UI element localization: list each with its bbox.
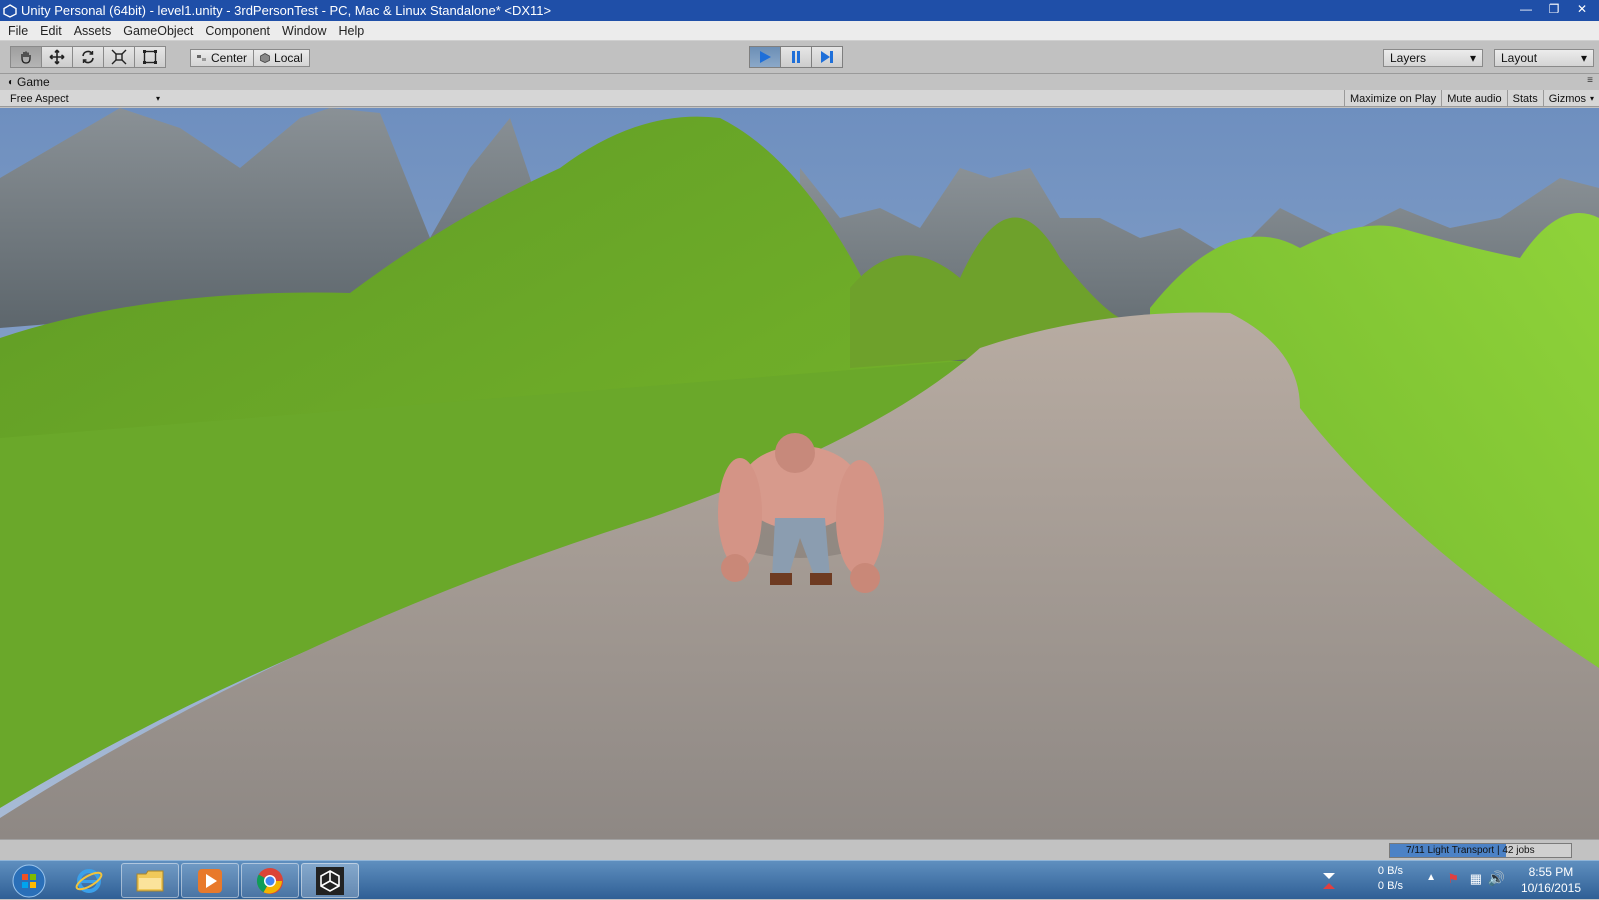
close-button[interactable]: ✕ — [1569, 0, 1595, 18]
gizmos-dropdown[interactable]: Gizmos ▾ — [1542, 90, 1599, 107]
rotate-icon — [82, 50, 94, 64]
layers-dropdown[interactable]: Layers ▾ — [1383, 49, 1483, 67]
pivot-local-button[interactable]: Local — [253, 49, 310, 67]
step-icon — [821, 51, 833, 63]
minimize-button[interactable]: — — [1513, 0, 1539, 18]
main-toolbar: Center Local Layers ▾ Layout ▾ — [0, 41, 1599, 74]
chrome-icon — [256, 867, 283, 894]
maximize-on-play-toggle[interactable]: Maximize on Play — [1343, 90, 1441, 107]
move-tool-button[interactable] — [41, 46, 73, 68]
game-tab-bar: ◐ Game ≡ — [0, 75, 1599, 90]
media-player-icon — [198, 868, 222, 893]
play-controls — [749, 46, 843, 68]
game-controller-icon: ◐ — [8, 76, 15, 88]
taskbar-unity[interactable] — [301, 863, 359, 898]
menu-window[interactable]: Window — [276, 24, 332, 38]
progress-text: 7/11 Light Transport | 42 jobs — [1406, 845, 1535, 856]
stats-toggle[interactable]: Stats — [1506, 90, 1543, 107]
pause-button[interactable] — [780, 46, 812, 68]
tab-game-label: Game — [17, 75, 50, 89]
taskbar-chrome[interactable] — [241, 863, 299, 898]
hand-icon — [21, 51, 31, 64]
play-icon — [760, 51, 771, 63]
rotate-tool-button[interactable] — [72, 46, 104, 68]
menu-gameobject[interactable]: GameObject — [117, 24, 199, 38]
windows-start-icon — [12, 864, 46, 897]
gizmos-label: Gizmos — [1548, 92, 1586, 105]
game-view-toolbar: Free Aspect ▾ Maximize on Play Mute audi… — [0, 90, 1599, 107]
layers-label: Layers — [1390, 51, 1427, 65]
transform-tools — [10, 46, 166, 68]
chevron-down-icon: ▾ — [1580, 51, 1587, 65]
move-arrows-icon — [49, 49, 65, 65]
rect-transform-icon — [143, 50, 157, 64]
menu-file[interactable]: File — [2, 24, 34, 38]
network-arrows-icon — [1323, 873, 1335, 889]
volume-icon[interactable]: 🔊 — [1488, 870, 1505, 887]
pivot-toggles: Center Local — [190, 49, 310, 67]
folder-icon — [136, 870, 164, 891]
unity-logo-icon — [316, 866, 344, 895]
lightmap-progress-bar: 7/11 Light Transport | 42 jobs — [1389, 843, 1572, 858]
network-icon[interactable]: ▦ — [1470, 871, 1482, 887]
taskbar-file-explorer[interactable] — [121, 863, 179, 898]
pivot-center-icon — [197, 55, 206, 61]
mute-audio-toggle[interactable]: Mute audio — [1441, 90, 1506, 107]
chevron-down-icon: ▾ — [1589, 94, 1594, 103]
rect-tool-button[interactable] — [134, 46, 166, 68]
pivot-center-label: Center — [211, 51, 248, 65]
hand-tool-button[interactable] — [10, 46, 42, 68]
scale-icon — [111, 49, 127, 65]
pause-icon — [792, 51, 800, 63]
status-bar: 7/11 Light Transport | 42 jobs — [0, 839, 1599, 860]
layout-dropdown[interactable]: Layout ▾ — [1494, 49, 1594, 67]
window-title: Unity Personal (64bit) - level1.unity - … — [21, 3, 552, 18]
internet-explorer-icon — [75, 868, 103, 893]
show-hidden-icons-button[interactable]: ▲ — [1426, 872, 1436, 883]
tab-menu-icon[interactable]: ≡ — [1587, 75, 1593, 86]
menu-component[interactable]: Component — [199, 24, 276, 38]
system-tray: 0 B/s 0 B/s ▲ ⚑ ▦ 🔊 8:55 PM 10/16/2015 — [1299, 861, 1599, 900]
chevron-down-icon: ▾ — [1469, 51, 1476, 65]
scale-tool-button[interactable] — [103, 46, 135, 68]
game-viewport[interactable] — [0, 108, 1599, 839]
menu-help[interactable]: Help — [332, 24, 370, 38]
restore-button[interactable]: ❐ — [1541, 0, 1567, 18]
clock-date: 10/16/2015 — [1520, 881, 1581, 895]
network-speed: 0 B/s 0 B/s — [1378, 864, 1403, 894]
clock[interactable]: 8:55 PM 10/16/2015 — [1521, 864, 1581, 896]
taskbar-media-player[interactable] — [181, 863, 239, 898]
play-button[interactable] — [749, 46, 781, 68]
flag-icon[interactable]: ⚑ — [1447, 871, 1459, 887]
window-title-bar: Unity Personal (64bit) - level1.unity - … — [0, 0, 1599, 21]
aspect-dropdown[interactable]: Free Aspect ▾ — [6, 91, 164, 106]
net-download: 0 B/s — [1377, 880, 1403, 892]
start-button[interactable] — [0, 863, 58, 898]
windows-taskbar: 0 B/s 0 B/s ▲ ⚑ ▦ 🔊 8:55 PM 10/16/2015 — [0, 860, 1599, 899]
clock-time: 8:55 PM — [1528, 865, 1574, 879]
step-button[interactable] — [811, 46, 843, 68]
pivot-local-label: Local — [274, 51, 303, 65]
game-scene — [0, 108, 1599, 839]
layout-label: Layout — [1501, 51, 1538, 65]
menu-edit[interactable]: Edit — [34, 24, 68, 38]
unity-logo-icon — [3, 3, 17, 18]
net-upload: 0 B/s — [1377, 865, 1403, 877]
local-cube-icon — [260, 53, 270, 63]
tab-game[interactable]: ◐ Game — [8, 75, 50, 89]
aspect-label: Free Aspect — [10, 92, 69, 105]
chevron-down-icon: ▾ — [155, 94, 160, 103]
menu-bar: File Edit Assets GameObject Component Wi… — [0, 21, 1599, 41]
taskbar-internet-explorer[interactable] — [60, 863, 118, 898]
pivot-center-button[interactable]: Center — [190, 49, 255, 67]
menu-assets[interactable]: Assets — [68, 24, 118, 38]
